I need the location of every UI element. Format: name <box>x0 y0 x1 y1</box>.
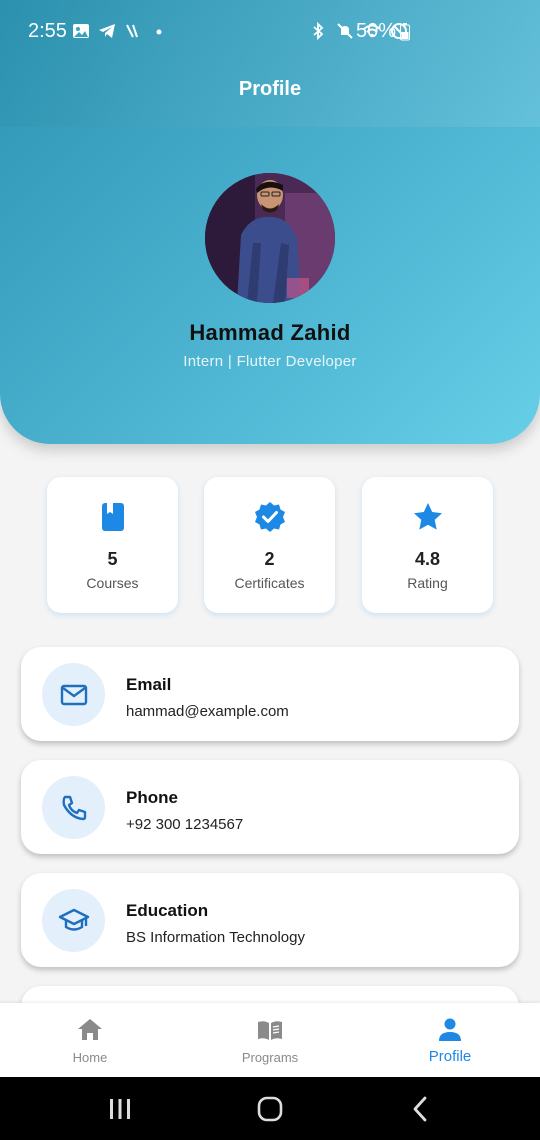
gallery-icon <box>73 24 89 38</box>
status-bar: 2:55 50% <box>0 0 540 64</box>
status-left-icons <box>72 22 168 40</box>
profile-role: Intern | Flutter Developer <box>183 353 357 370</box>
profile-name: Hammad Zahid <box>189 320 351 345</box>
battery-percent: 50% <box>356 20 397 42</box>
recent-apps-icon[interactable] <box>106 1095 134 1123</box>
info-card-email[interactable]: Email hammad@example.com <box>21 647 519 741</box>
nav-item-home[interactable]: Home <box>0 1003 180 1077</box>
battery-indicator: 50% <box>356 20 411 43</box>
dot-icon <box>156 29 162 35</box>
graduation-cap-icon <box>58 908 89 931</box>
mail-icon <box>60 684 87 705</box>
info-value: +92 300 1234567 <box>126 816 244 833</box>
system-navigation-bar <box>0 1077 540 1140</box>
bottom-navigation: Home Programs Profile <box>0 1003 540 1077</box>
star-icon <box>413 503 442 530</box>
nav-label: Home <box>72 1050 108 1065</box>
info-value: hammad@example.com <box>126 703 289 720</box>
back-icon[interactable] <box>407 1095 435 1123</box>
info-title: Phone <box>126 788 178 807</box>
info-value: BS Information Technology <box>126 929 305 946</box>
icon-circle <box>42 889 105 952</box>
page-title: Profile <box>238 78 302 100</box>
nav-item-profile[interactable]: Profile <box>360 1003 540 1077</box>
icon-circle <box>42 663 105 726</box>
info-title: Email <box>126 675 172 694</box>
open-book-icon <box>258 1021 282 1040</box>
info-card-education[interactable]: Education BS Information Technology <box>21 873 519 967</box>
app-notification-icon <box>126 24 138 38</box>
status-time: 2:55 <box>28 20 67 42</box>
home-icon <box>78 1019 102 1040</box>
nav-item-programs[interactable]: Programs <box>180 1003 360 1077</box>
stat-label: Rating <box>407 575 448 591</box>
info-card-phone[interactable]: Phone +92 300 1234567 <box>21 760 519 854</box>
person-icon <box>439 1018 461 1041</box>
telegram-icon <box>99 24 115 38</box>
mute-icon <box>337 23 353 39</box>
phone-icon <box>61 795 86 820</box>
nav-label: Profile <box>428 1048 472 1065</box>
stat-value: 2 <box>264 549 275 569</box>
stat-card-certificates[interactable]: 2 Certificates <box>204 477 335 613</box>
nav-label: Programs <box>241 1050 299 1065</box>
icon-circle <box>42 776 105 839</box>
avatar-photo <box>205 173 335 303</box>
stat-value: 5 <box>107 549 118 569</box>
stat-value: 4.8 <box>414 549 441 569</box>
avatar[interactable] <box>205 173 335 303</box>
info-title: Education <box>126 901 209 920</box>
stat-card-courses[interactable]: 5 Courses <box>47 477 178 613</box>
bluetooth-icon <box>313 22 324 40</box>
home-button-icon[interactable] <box>256 1095 284 1123</box>
stat-label: Certificates <box>234 575 305 591</box>
stat-card-rating[interactable]: 4.8 Rating <box>362 477 493 613</box>
verified-badge-icon <box>254 502 285 532</box>
book-icon <box>101 503 124 531</box>
stat-label: Courses <box>86 575 139 591</box>
battery-icon <box>400 22 411 40</box>
